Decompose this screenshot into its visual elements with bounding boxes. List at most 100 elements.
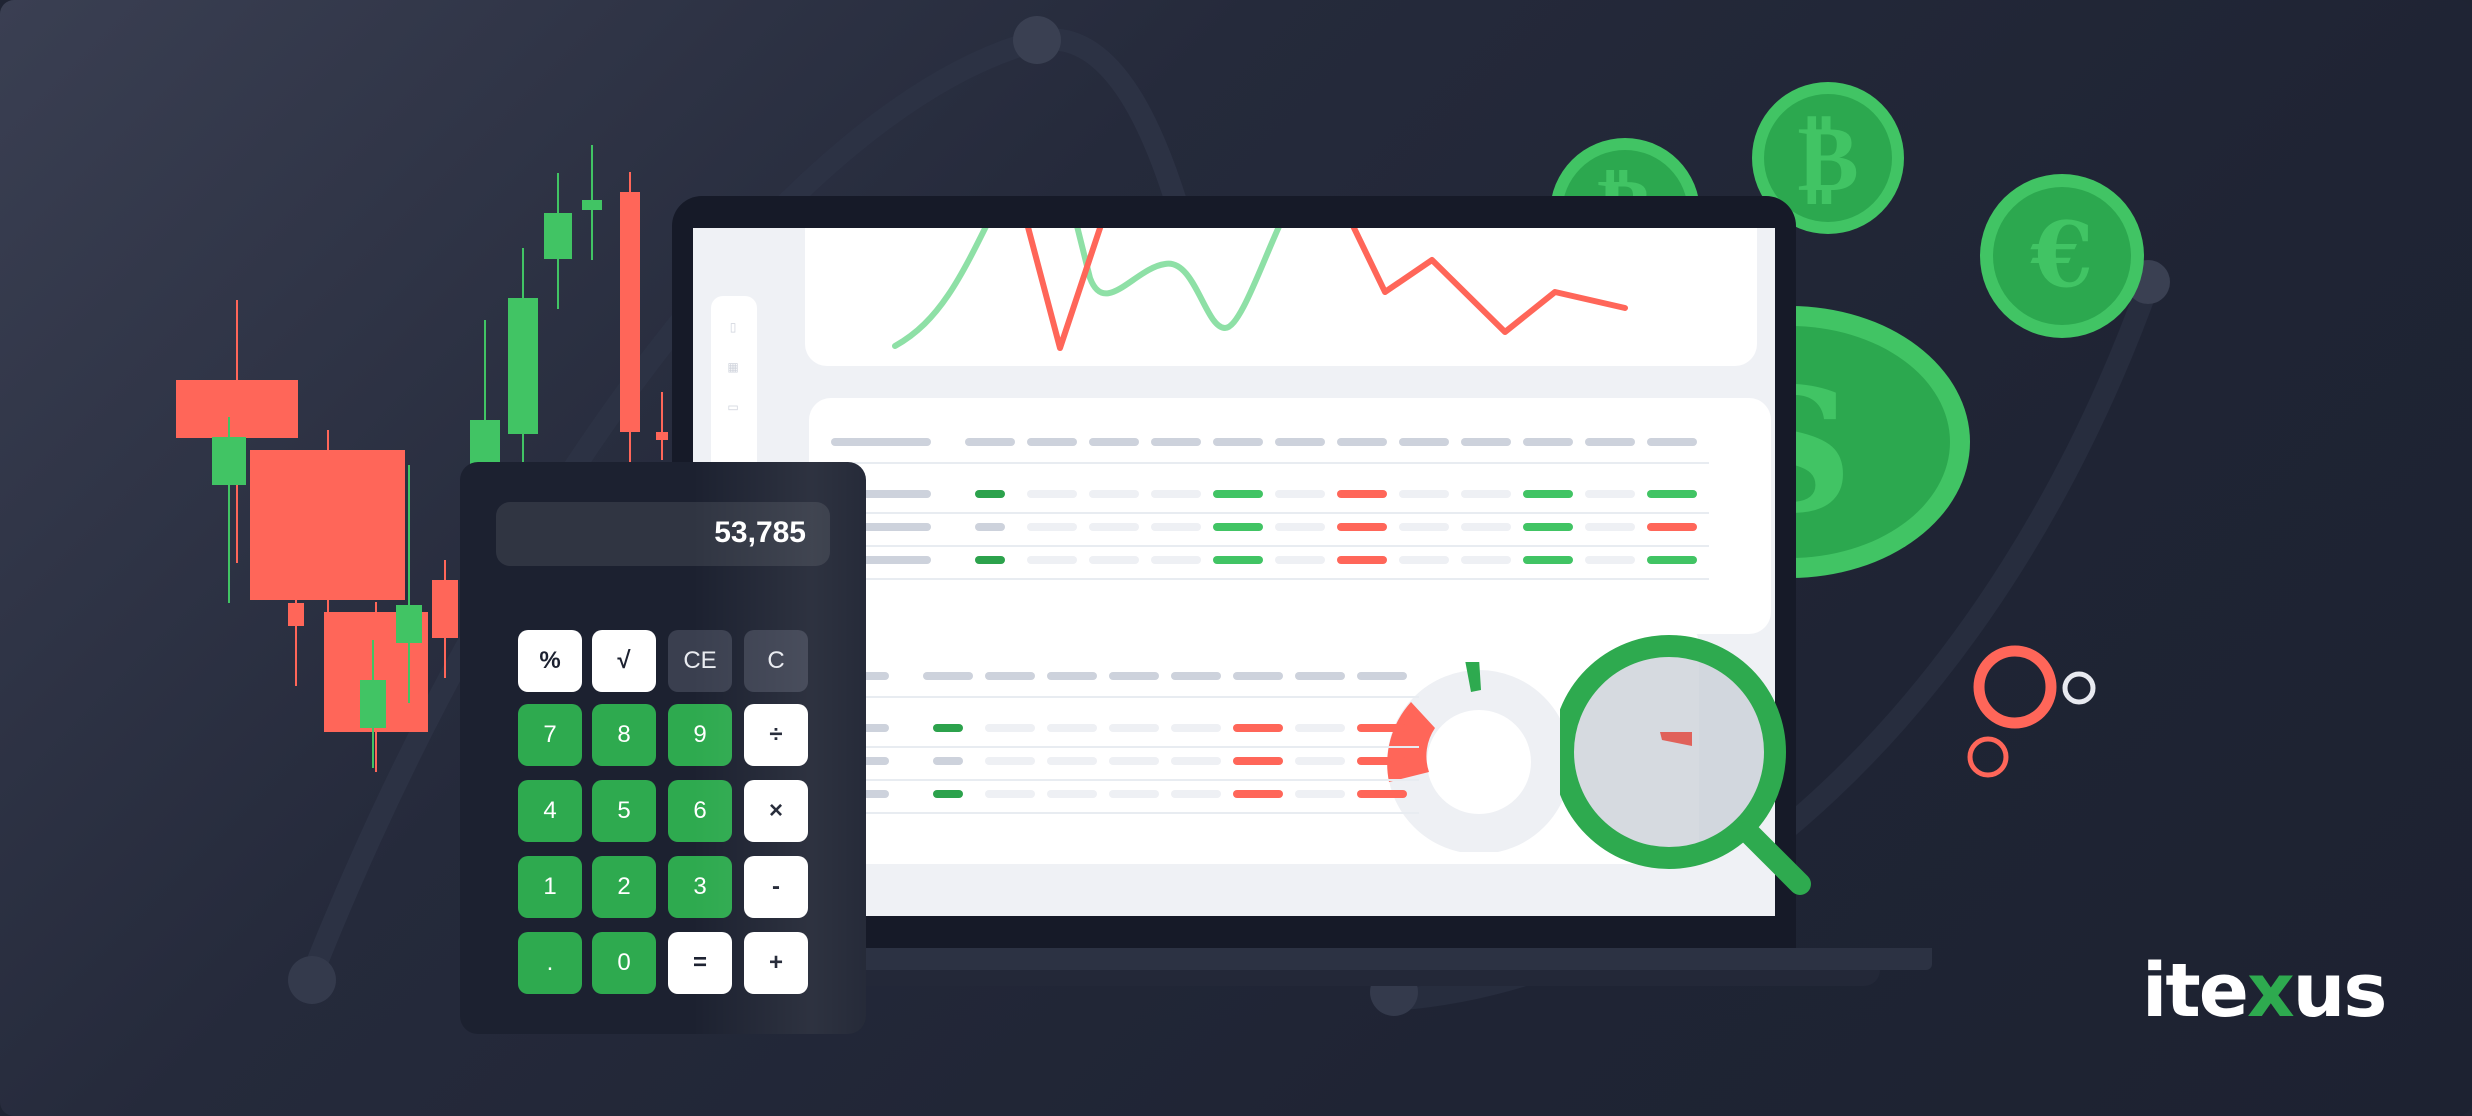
logo-suffix: us [2292, 948, 2388, 1034]
calc-key[interactable]: CE [668, 630, 732, 692]
column-header [1585, 438, 1635, 446]
table-cell [1275, 523, 1325, 531]
row-divider [831, 578, 1709, 580]
calc-key[interactable]: ÷ [744, 704, 808, 766]
calc-key[interactable]: × [744, 780, 808, 842]
calc-key[interactable]: 9 [668, 704, 732, 766]
arc-node [1013, 16, 1061, 64]
table-cell [1523, 556, 1573, 564]
table-cell [1047, 757, 1097, 765]
table-cell [1647, 523, 1697, 531]
euro-coin: € [1980, 174, 2144, 338]
table-cell [1461, 523, 1511, 531]
series-green-line [892, 228, 1282, 349]
calc-key[interactable]: 1 [518, 856, 582, 918]
column-header [1089, 438, 1139, 446]
calc-key[interactable]: 8 [592, 704, 656, 766]
table-cell [1337, 556, 1387, 564]
table-cell [1233, 790, 1283, 798]
column-header [1295, 672, 1345, 680]
table-cell [975, 556, 1005, 564]
calc-key[interactable]: 7 [518, 704, 582, 766]
header-divider [789, 696, 1419, 698]
table-cell [1399, 556, 1449, 564]
table-cell [1213, 490, 1263, 498]
table-cell [1295, 757, 1345, 765]
column-header [1357, 672, 1407, 680]
calculator-display: 53,785 [496, 502, 830, 566]
table-cell [1461, 556, 1511, 564]
logo-accent: x [2246, 948, 2295, 1034]
calc-key[interactable]: 3 [668, 856, 732, 918]
candle [620, 172, 640, 472]
series-red-line [1025, 228, 1628, 351]
grid-icon[interactable]: ▦ [726, 360, 740, 374]
column-header [1337, 438, 1387, 446]
itexus-logo: itexus [2142, 948, 2388, 1034]
table-cell [1027, 556, 1077, 564]
row-divider [831, 512, 1709, 514]
table-cell [1089, 556, 1139, 564]
table-cell [1047, 724, 1097, 732]
table-card-1 [809, 398, 1771, 634]
ring-small-red [1967, 736, 2009, 778]
table-cell [1461, 490, 1511, 498]
table-cell [1233, 757, 1283, 765]
column-header [985, 672, 1035, 680]
column-header [1171, 672, 1221, 680]
column-header [1647, 438, 1697, 446]
table-cell [1171, 757, 1221, 765]
calc-key[interactable]: = [668, 932, 732, 994]
table-cell [1213, 523, 1263, 531]
table-cell [1089, 523, 1139, 531]
table-cell [1213, 556, 1263, 564]
table-cell [1109, 724, 1159, 732]
table-cell [1585, 490, 1635, 498]
column-header [1233, 672, 1283, 680]
table-cell [985, 757, 1035, 765]
table-cell [1151, 490, 1201, 498]
calc-key[interactable]: % [518, 630, 582, 692]
table-cell [1275, 556, 1325, 564]
logo-prefix: ite [2142, 948, 2249, 1034]
column-header [1027, 438, 1077, 446]
calc-key[interactable]: - [744, 856, 808, 918]
line-chart-card [805, 228, 1757, 366]
table-cell [933, 757, 963, 765]
document-icon[interactable]: ▭ [726, 400, 740, 414]
calc-key[interactable]: 5 [592, 780, 656, 842]
table-cell [1171, 790, 1221, 798]
table-cell [1171, 724, 1221, 732]
table-cell [985, 790, 1035, 798]
arc-node [288, 956, 336, 1004]
row-divider [831, 545, 1709, 547]
calc-key[interactable]: + [744, 932, 808, 994]
candle [544, 173, 572, 309]
clipboard-icon[interactable]: ▯ [726, 320, 740, 334]
table-cell [985, 724, 1035, 732]
calc-key[interactable]: 2 [592, 856, 656, 918]
calc-key[interactable]: √ [592, 630, 656, 692]
table-cell [1151, 556, 1201, 564]
table-cell [1151, 523, 1201, 531]
table-cell [975, 490, 1005, 498]
column-header [1399, 438, 1449, 446]
table-cell [933, 724, 963, 732]
magnifier-icon [1560, 635, 1811, 895]
table-cell [1295, 724, 1345, 732]
calc-key[interactable]: C [744, 630, 808, 692]
candle [360, 640, 386, 768]
header-divider [831, 462, 1709, 464]
table-cell [1027, 523, 1077, 531]
candle [396, 465, 422, 703]
ring-small-white [2062, 671, 2096, 705]
table-cell [1109, 757, 1159, 765]
laptop-base-shadow [780, 970, 1880, 986]
row-divider [789, 812, 1419, 814]
calc-key[interactable]: . [518, 932, 582, 994]
column-header [1275, 438, 1325, 446]
bitcoin-icon: ₿ [1797, 104, 1859, 212]
calc-key[interactable]: 6 [668, 780, 732, 842]
calc-key[interactable]: 0 [592, 932, 656, 994]
calc-key[interactable]: 4 [518, 780, 582, 842]
